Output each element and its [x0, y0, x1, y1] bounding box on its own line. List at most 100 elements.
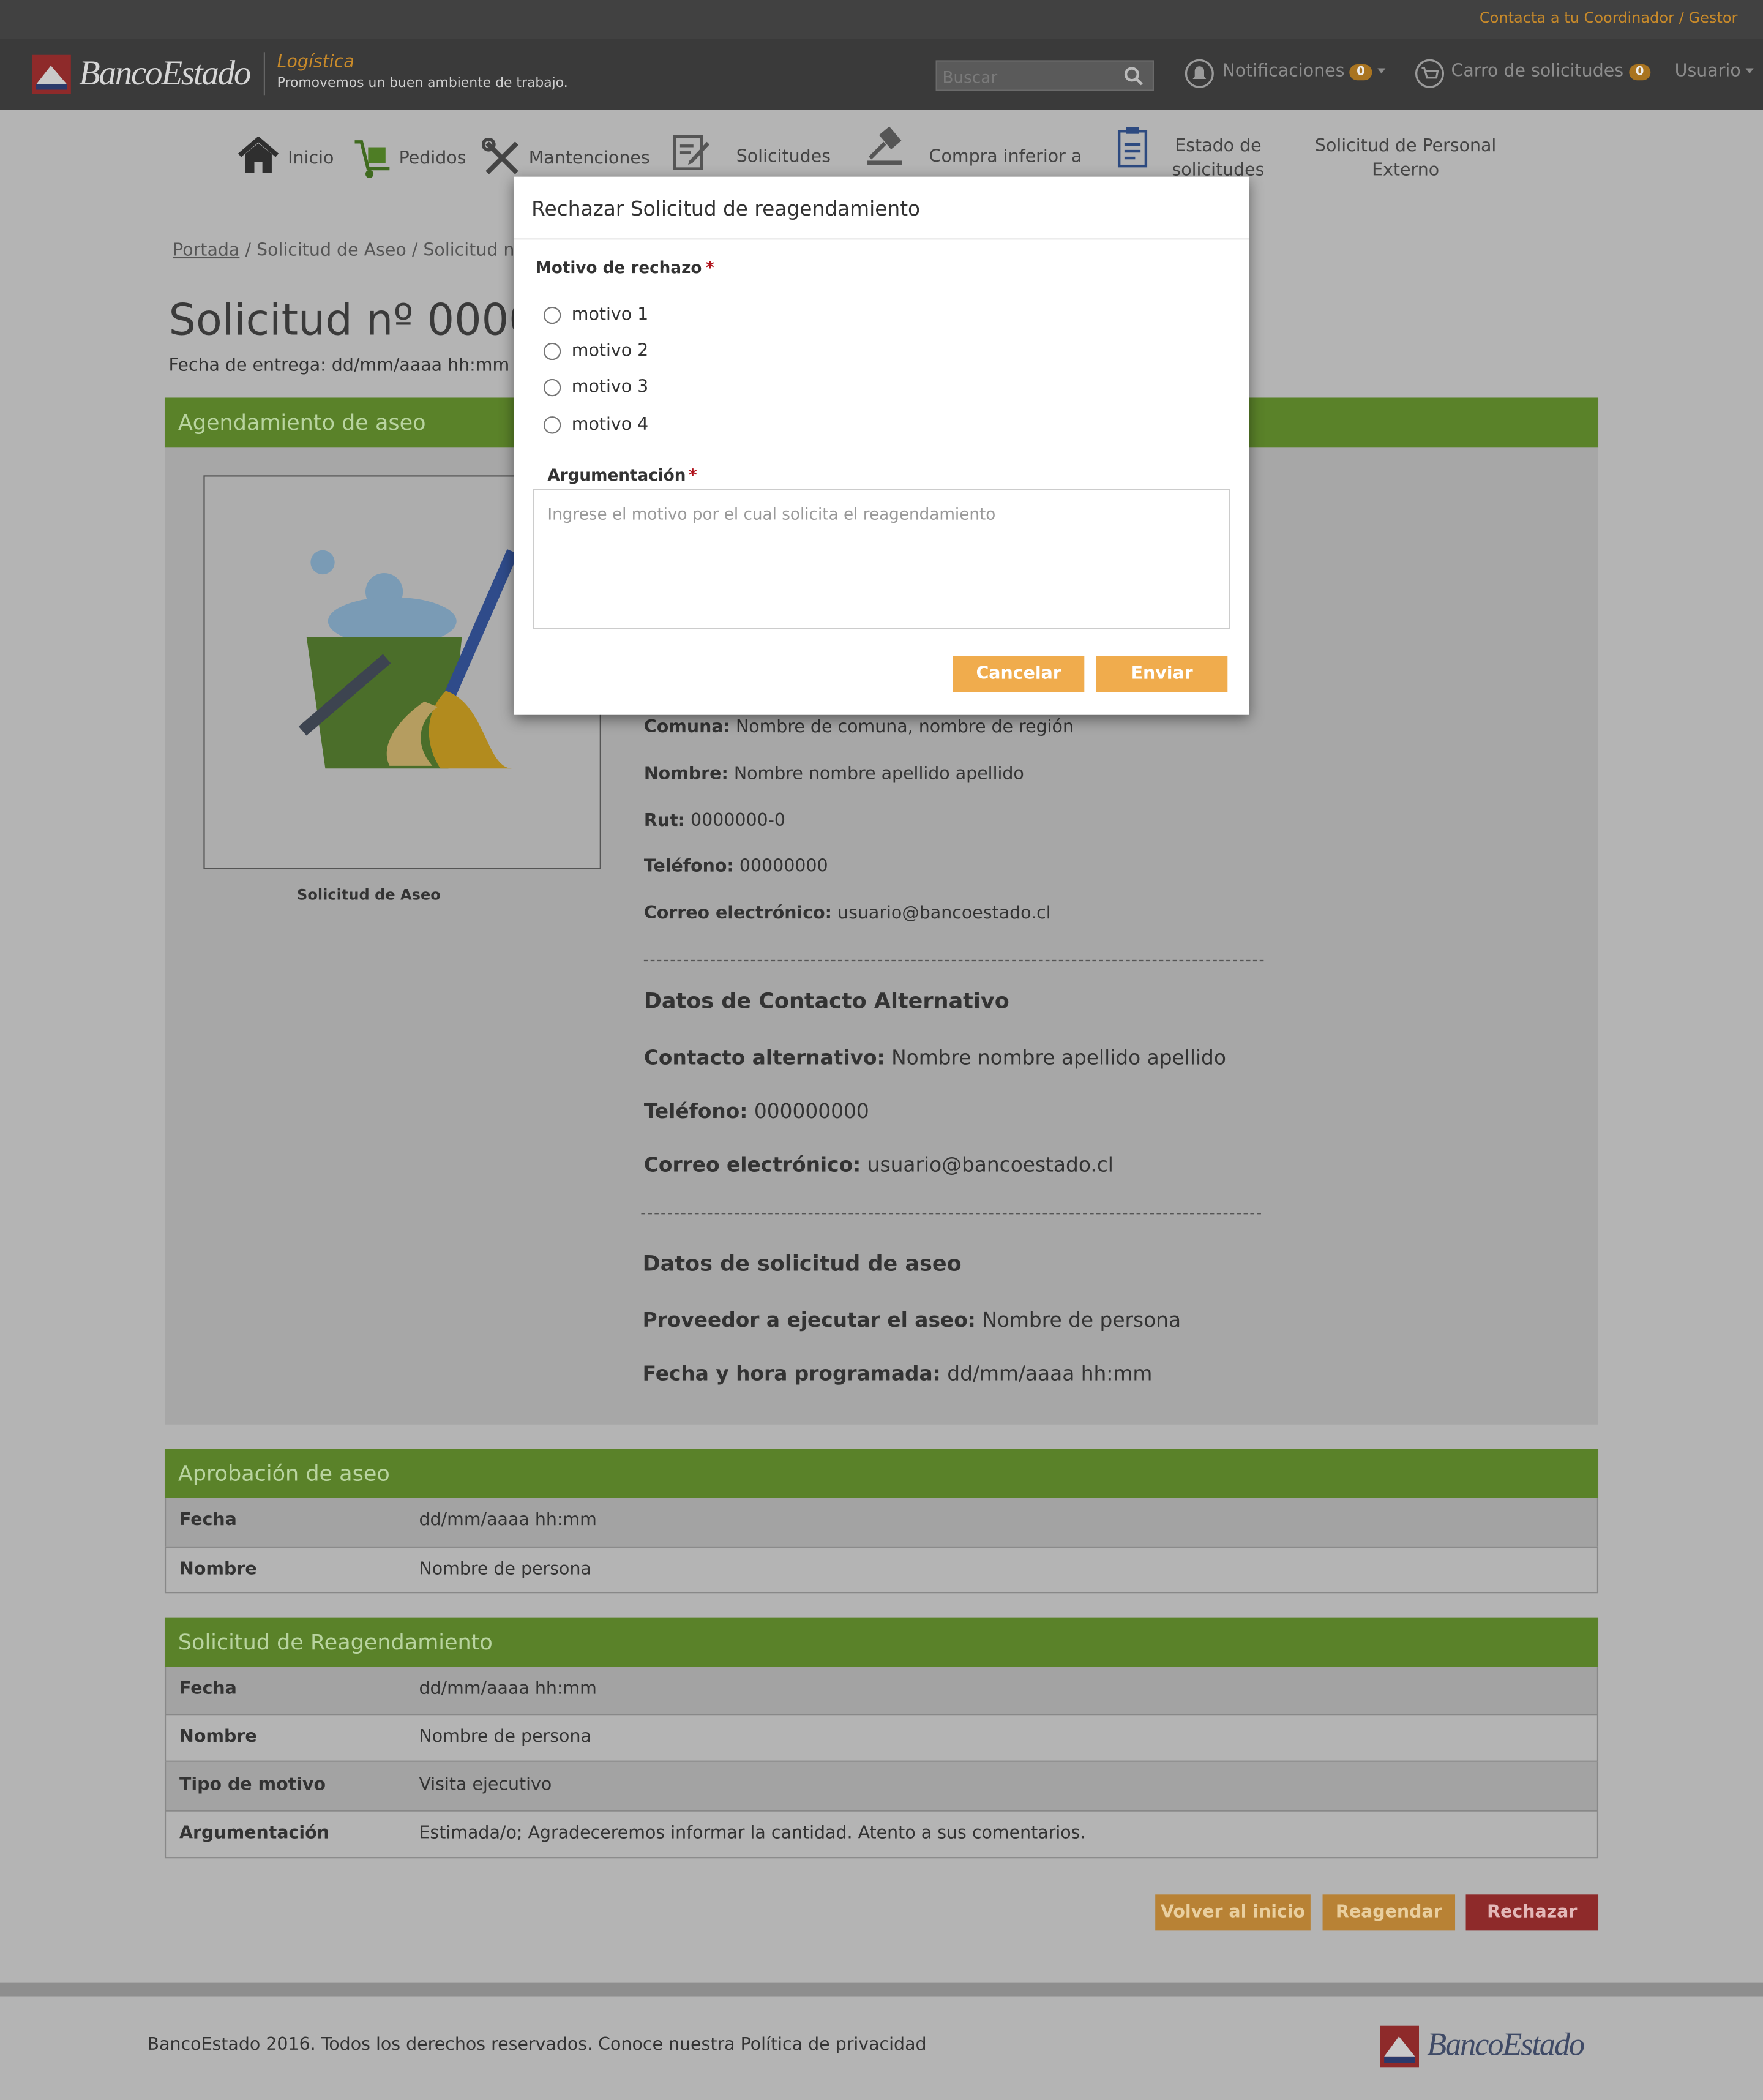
breadcrumb-portada-link[interactable]: Portada: [173, 241, 239, 261]
reason-radio[interactable]: [543, 416, 561, 434]
reason-option-label: motivo 1: [571, 305, 649, 326]
telefono-label: Teléfono:: [643, 857, 734, 877]
app-tagline: Promovemos un buen ambiente de trabajo.: [277, 76, 568, 91]
info-telefono: Teléfono: 00000000: [644, 857, 828, 877]
nombre-value: Nombre nombre apellido apellido: [733, 764, 1024, 785]
row-value: dd/mm/aaaa hh:mm: [419, 1679, 597, 1700]
contact-coordinator-link[interactable]: Contacta a tu Coordinador / Gestor: [1480, 9, 1738, 26]
table-row: Tipo de motivo Visita ejecutivo: [164, 1761, 1599, 1810]
alt-contact-value: Nombre nombre apellido apellido: [891, 1045, 1226, 1070]
argumentation-textarea[interactable]: [533, 489, 1230, 629]
bancoestado-logo-icon[interactable]: [32, 54, 71, 94]
breadcrumb: Portada / Solicitud de Aseo / Solicitud …: [173, 241, 539, 261]
menu-item-label: Solicitudes: [736, 147, 831, 168]
reject-button[interactable]: Rechazar: [1465, 1894, 1599, 1931]
footer-copyright: BancoEstado 2016. Todos los derechos res…: [147, 2034, 927, 2055]
fecha-programada-label: Fecha y hora programada:: [642, 1361, 941, 1386]
row-value: Nombre de persona: [419, 1559, 591, 1580]
alt-correo-label: Correo electrónico:: [643, 1152, 861, 1177]
section-divider: [643, 959, 1264, 962]
table-row: Argumentación Estimada/o; Agradeceremos …: [164, 1810, 1599, 1859]
menu-item-inicio[interactable]: Inicio: [288, 149, 334, 169]
menu-item-solicitudes-especiales[interactable]: Solicitudes: [736, 146, 831, 170]
fecha-programada-value: dd/mm/aaaa hh:mm: [947, 1361, 1153, 1386]
notifications-badge: 0: [1350, 64, 1372, 81]
modal-divider: [514, 238, 1249, 240]
rut-value: 0000000-0: [691, 811, 785, 831]
proveedor-value: Nombre de persona: [982, 1308, 1181, 1332]
clipboard-list-icon: [1117, 127, 1148, 168]
cart-menu[interactable]: Carro de solicitudes 0: [1451, 62, 1651, 81]
correo-label: Correo electrónico:: [643, 904, 833, 924]
row-label: Tipo de motivo: [179, 1775, 326, 1796]
info-alt-correo: Correo electrónico: usuario@bancoestado.…: [644, 1153, 1114, 1177]
reason-option-label: motivo 3: [571, 377, 649, 398]
comuna-value: Nombre de comuna, nombre de región: [735, 718, 1074, 738]
send-button[interactable]: Enviar: [1096, 656, 1228, 692]
brand-name: BancoEstado: [79, 53, 251, 92]
gavel-icon: [867, 126, 902, 165]
info-comuna: Comuna: Nombre de comuna, nombre de regi…: [644, 718, 1074, 738]
required-mark: *: [688, 466, 697, 485]
reason-option-label: motivo 4: [571, 414, 649, 435]
reason-option-2[interactable]: motivo 2: [543, 342, 648, 361]
reason-option-4[interactable]: motivo 4: [543, 414, 649, 435]
search-input[interactable]: [940, 64, 1122, 90]
user-menu[interactable]: Usuario: [1675, 62, 1754, 81]
required-mark: *: [705, 258, 714, 277]
bell-icon[interactable]: [1185, 59, 1214, 88]
row-label: Nombre: [179, 1559, 257, 1580]
aprobacion-panel-header: Aprobación de aseo: [164, 1449, 1599, 1499]
row-value: Visita ejecutivo: [419, 1775, 552, 1796]
menu-item-compra-inferior[interactable]: Compra inferior a: [929, 146, 1082, 170]
reason-radio[interactable]: [543, 378, 561, 397]
table-row: Nombre Nombre de persona: [164, 1546, 1599, 1594]
row-label: Nombre: [179, 1727, 257, 1747]
menu-item-mantenciones[interactable]: Mantenciones: [529, 149, 650, 169]
app-name: Logística: [277, 52, 354, 73]
reject-reason-label: Motivo de rechazo *: [536, 258, 714, 277]
edit-document-icon: [673, 135, 709, 170]
alt-contact-label: Contacto alternativo:: [643, 1045, 885, 1070]
menu-item-label: Estado de: [1175, 137, 1262, 157]
rut-label: Rut:: [643, 811, 685, 831]
chevron-down-icon: [1377, 68, 1385, 74]
info-rut: Rut: 0000000-0: [644, 811, 785, 831]
menu-item-label: Solicitud de Personal: [1314, 137, 1497, 157]
reagendamiento-panel-header: Solicitud de Reagendamiento: [164, 1617, 1599, 1667]
reason-radio[interactable]: [543, 342, 561, 361]
alt-telefono-label: Teléfono:: [643, 1099, 748, 1123]
cart-badge: 0: [1628, 64, 1651, 81]
reschedule-button[interactable]: Reagendar: [1322, 1894, 1456, 1931]
table-row: Nombre Nombre de persona: [164, 1714, 1599, 1762]
header-divider: [263, 52, 265, 96]
table-row: Fecha dd/mm/aaaa hh:mm: [164, 1498, 1599, 1547]
footer-divider: [0, 1982, 1763, 1997]
menu-item-personal-externo[interactable]: Solicitud de Personal Externo: [1311, 135, 1501, 184]
cancel-button[interactable]: Cancelar: [953, 656, 1085, 692]
nombre-label: Nombre:: [643, 764, 728, 785]
cleaning-bucket-icon: [298, 549, 518, 769]
row-label: Fecha: [179, 1510, 237, 1531]
image-caption: Solicitud de Aseo: [297, 886, 441, 904]
alt-telefono-value: 000000000: [754, 1099, 869, 1123]
search-icon[interactable]: [1123, 66, 1145, 87]
reason-option-3[interactable]: motivo 3: [543, 377, 649, 398]
menu-item-pedidos[interactable]: Pedidos: [399, 149, 466, 169]
notifications-menu[interactable]: Notificaciones 0: [1222, 62, 1385, 81]
chevron-down-icon: [1746, 68, 1754, 74]
field-label-text: Argumentación: [547, 466, 686, 485]
row-label: Argumentación: [179, 1823, 329, 1844]
reason-option-1[interactable]: motivo 1: [543, 305, 649, 326]
delivery-date: Fecha de entrega: dd/mm/aaaa hh:mm: [168, 356, 510, 377]
reason-radio[interactable]: [543, 306, 561, 324]
correo-value: usuario@bancoestado.cl: [837, 904, 1051, 924]
menu-item-label: Compra inferior a: [929, 147, 1082, 168]
cart-icon[interactable]: [1415, 59, 1444, 88]
back-home-button[interactable]: Volver al inicio: [1155, 1894, 1311, 1931]
row-value: Nombre de persona: [419, 1727, 591, 1747]
proveedor-label: Proveedor a ejecutar el aseo:: [642, 1308, 976, 1332]
menu-item-label: Externo: [1372, 160, 1440, 181]
row-label: Fecha: [179, 1679, 237, 1700]
breadcrumb-trail: / Solicitud de Aseo / Solicitud nº 0: [239, 241, 539, 261]
